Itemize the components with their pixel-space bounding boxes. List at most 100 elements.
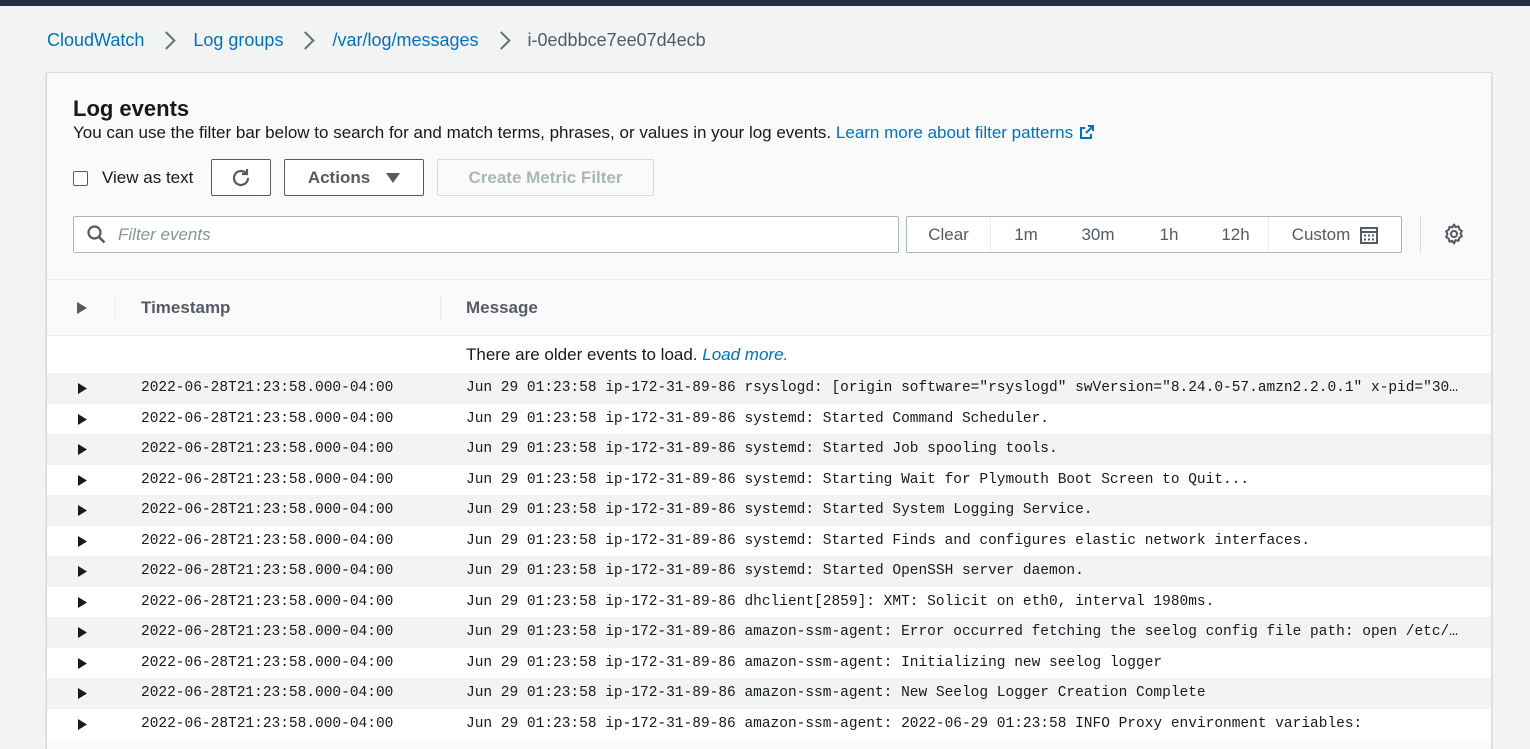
custom-label: Custom xyxy=(1291,224,1351,244)
row-message: Jun 29 01:23:58 ip-172-31-89-86 rsyslogd… xyxy=(466,380,1466,396)
row-timestamp: 2022-06-28T21:23:58.000-04:00 xyxy=(141,441,394,457)
older-events-text: There are older events to load. xyxy=(466,345,698,364)
row-message: Jun 29 01:23:58 ip-172-31-89-86 dhclient… xyxy=(466,593,1215,610)
breadcrumb-log-groups[interactable]: Log groups xyxy=(193,30,283,51)
table-row[interactable]: 2022-06-28T21:23:58.000-04:00 Jun 29 01:… xyxy=(47,586,1491,617)
chevron-right-icon xyxy=(157,30,177,50)
table-row[interactable]: 2022-06-28T21:23:58.000-04:00 Jun 29 01:… xyxy=(47,495,1491,526)
refresh-button[interactable] xyxy=(211,159,271,196)
older-events-message: There are older events to load. Load mor… xyxy=(466,345,788,365)
row-timestamp: 2022-06-28T21:23:58.000-04:00 xyxy=(141,624,394,640)
table-row[interactable]: 2022-06-28T21:23:58.000-04:00 Jun 29 01:… xyxy=(47,647,1491,678)
expand-row-icon[interactable] xyxy=(77,443,88,456)
row-timestamp: 2022-06-28T21:23:58.000-04:00 xyxy=(141,380,394,396)
column-header-message[interactable]: Message xyxy=(466,298,538,318)
time-range-30m[interactable]: 30m xyxy=(1061,217,1135,252)
time-range-custom[interactable]: Custom xyxy=(1269,217,1401,252)
load-more-link[interactable]: Load more. xyxy=(702,345,788,364)
expand-row-icon[interactable] xyxy=(77,382,88,395)
row-timestamp: 2022-06-28T21:23:58.000-04:00 xyxy=(141,593,394,610)
expand-row-icon[interactable] xyxy=(77,596,88,609)
create-metric-filter-button[interactable]: Create Metric Filter xyxy=(437,159,654,196)
actions-dropdown-button[interactable]: Actions xyxy=(284,159,424,196)
log-event-rows: 2022-06-28T21:23:58.000-04:00 Jun 29 01:… xyxy=(47,373,1491,739)
row-message: Jun 29 01:23:58 ip-172-31-89-86 systemd:… xyxy=(466,471,1250,488)
expand-all-icon[interactable] xyxy=(76,301,88,315)
row-timestamp: 2022-06-28T21:23:58.000-04:00 xyxy=(141,532,394,549)
table-row[interactable]: 2022-06-28T21:23:58.000-04:00 Jun 29 01:… xyxy=(47,556,1491,587)
time-range-12h[interactable]: 12h xyxy=(1203,217,1269,252)
row-message: Jun 29 01:23:58 ip-172-31-89-86 systemd:… xyxy=(466,532,1311,549)
view-as-text-toggle[interactable]: View as text xyxy=(73,168,193,188)
panel-title: Log events xyxy=(73,96,190,121)
row-timestamp: 2022-06-28T21:23:58.000-04:00 xyxy=(141,410,394,427)
row-timestamp: 2022-06-28T21:23:58.000-04:00 xyxy=(141,563,394,579)
view-as-text-label: View as text xyxy=(102,168,194,187)
time-range-selector: Clear 1m 30m 1h 12h Custom xyxy=(906,216,1402,253)
chevron-right-icon xyxy=(296,30,316,50)
row-timestamp: 2022-06-28T21:23:58.000-04:00 xyxy=(141,715,394,732)
breadcrumb: CloudWatch Log groups /var/log/messages … xyxy=(47,27,706,53)
chevron-right-icon xyxy=(491,30,511,50)
table-row[interactable]: 2022-06-28T21:23:58.000-04:00 Jun 29 01:… xyxy=(47,678,1491,709)
breadcrumb-cloudwatch[interactable]: CloudWatch xyxy=(47,30,144,51)
row-message: Jun 29 01:23:58 ip-172-31-89-86 systemd:… xyxy=(466,563,1084,579)
table-row[interactable]: 2022-06-28T21:23:58.000-04:00 Jun 29 01:… xyxy=(47,434,1491,465)
row-message: Jun 29 01:23:58 ip-172-31-89-86 amazon-s… xyxy=(466,715,1363,732)
learn-more-label: Learn more about filter patterns xyxy=(835,123,1074,142)
expand-row-icon[interactable] xyxy=(77,718,88,731)
expand-row-icon[interactable] xyxy=(77,687,88,700)
row-timestamp: 2022-06-28T21:23:58.000-04:00 xyxy=(141,502,394,518)
table-row[interactable]: 2022-06-28T21:23:58.000-04:00 Jun 29 01:… xyxy=(47,403,1491,434)
table-row[interactable]: 2022-06-28T21:23:58.000-04:00 Jun 29 01:… xyxy=(47,373,1491,404)
description-text: You can use the filter bar below to sear… xyxy=(73,123,832,142)
row-message: Jun 29 01:23:58 ip-172-31-89-86 systemd:… xyxy=(466,441,1058,457)
search-icon xyxy=(87,225,106,244)
filter-events-input[interactable] xyxy=(116,223,880,246)
row-message: Jun 29 01:23:58 ip-172-31-89-86 amazon-s… xyxy=(466,685,1206,701)
table-row[interactable]: 2022-06-28T21:23:58.000-04:00 Jun 29 01:… xyxy=(47,464,1491,495)
filter-events-field[interactable] xyxy=(73,216,899,253)
refresh-icon xyxy=(232,168,250,186)
time-range-1h[interactable]: 1h xyxy=(1135,217,1203,252)
expand-row-icon[interactable] xyxy=(77,474,88,487)
row-timestamp: 2022-06-28T21:23:58.000-04:00 xyxy=(141,471,394,488)
panel-description: You can use the filter bar below to sear… xyxy=(73,123,1095,143)
row-message: Jun 29 01:23:58 ip-172-31-89-86 systemd:… xyxy=(466,410,1049,427)
external-link-icon xyxy=(1080,125,1095,139)
row-message: Jun 29 01:23:58 ip-172-31-89-86 amazon-s… xyxy=(466,654,1163,671)
breadcrumb-current: i-0edbbce7ee07d4ecb xyxy=(527,29,706,50)
table-header: Timestamp Message xyxy=(47,279,1491,336)
toolbar: View as text Actions Create Metric Filte… xyxy=(73,159,1473,197)
column-divider[interactable] xyxy=(115,294,116,322)
time-range-clear[interactable]: Clear xyxy=(907,217,991,252)
expand-row-icon[interactable] xyxy=(77,413,88,426)
caret-down-icon xyxy=(386,172,401,183)
expand-row-icon[interactable] xyxy=(77,535,88,548)
actions-label: Actions xyxy=(307,167,371,187)
log-events-panel: Log events You can use the filter bar be… xyxy=(46,72,1492,749)
expand-row-icon[interactable] xyxy=(77,657,88,670)
toolbar-divider xyxy=(1420,216,1421,253)
learn-more-link[interactable]: Learn more about filter patterns xyxy=(836,123,1095,142)
row-timestamp: 2022-06-28T21:23:58.000-04:00 xyxy=(141,654,394,671)
row-message: Jun 29 01:23:58 ip-172-31-89-86 amazon-s… xyxy=(466,624,1466,640)
older-events-banner: There are older events to load. Load mor… xyxy=(47,336,1491,373)
expand-row-icon[interactable] xyxy=(77,565,88,578)
table-row[interactable]: 2022-06-28T21:23:58.000-04:00 Jun 29 01:… xyxy=(47,617,1491,648)
view-as-text-checkbox[interactable] xyxy=(73,170,88,186)
filter-bar: Clear 1m 30m 1h 12h Custom xyxy=(73,216,1473,254)
calendar-icon xyxy=(1360,226,1379,244)
gear-icon[interactable] xyxy=(1443,223,1465,245)
row-message: Jun 29 01:23:58 ip-172-31-89-86 systemd:… xyxy=(466,502,1093,518)
top-navigation-bar xyxy=(0,0,1530,6)
table-row[interactable]: 2022-06-28T21:23:58.000-04:00 Jun 29 01:… xyxy=(47,708,1491,739)
expand-row-icon[interactable] xyxy=(77,504,88,517)
row-timestamp: 2022-06-28T21:23:58.000-04:00 xyxy=(141,685,394,701)
time-range-1m[interactable]: 1m xyxy=(991,217,1061,252)
expand-row-icon[interactable] xyxy=(77,626,88,639)
breadcrumb-log-group[interactable]: /var/log/messages xyxy=(332,30,478,51)
column-header-timestamp[interactable]: Timestamp xyxy=(141,298,230,318)
column-divider[interactable] xyxy=(440,294,441,322)
table-row[interactable]: 2022-06-28T21:23:58.000-04:00 Jun 29 01:… xyxy=(47,525,1491,556)
